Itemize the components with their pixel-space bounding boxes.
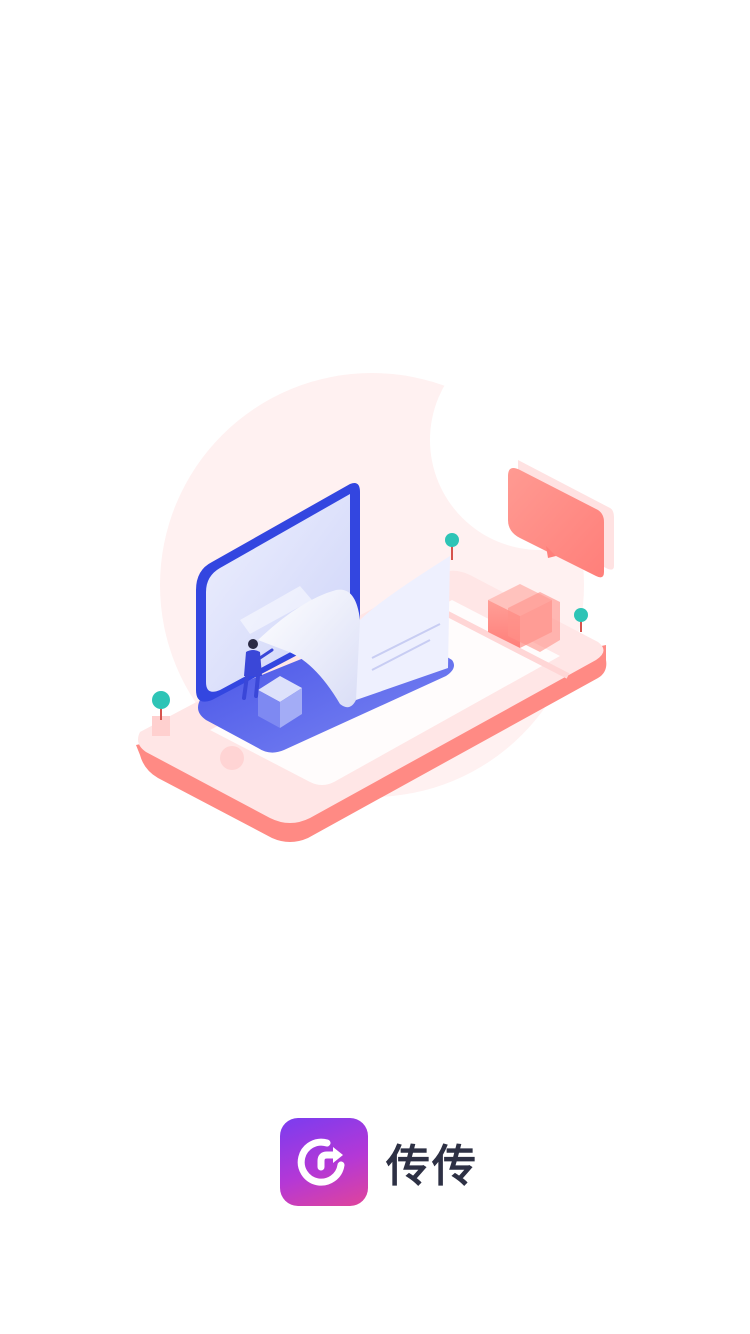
phone-file-transfer-illustration (136, 340, 650, 842)
app-name: 传传 (386, 1141, 478, 1192)
splash-screen: 传传 (0, 0, 750, 1334)
refresh-arrow-icon (297, 1138, 345, 1186)
app-icon (280, 1118, 368, 1206)
tree-left (152, 691, 170, 736)
brand-logo: 传传 (280, 1118, 478, 1206)
